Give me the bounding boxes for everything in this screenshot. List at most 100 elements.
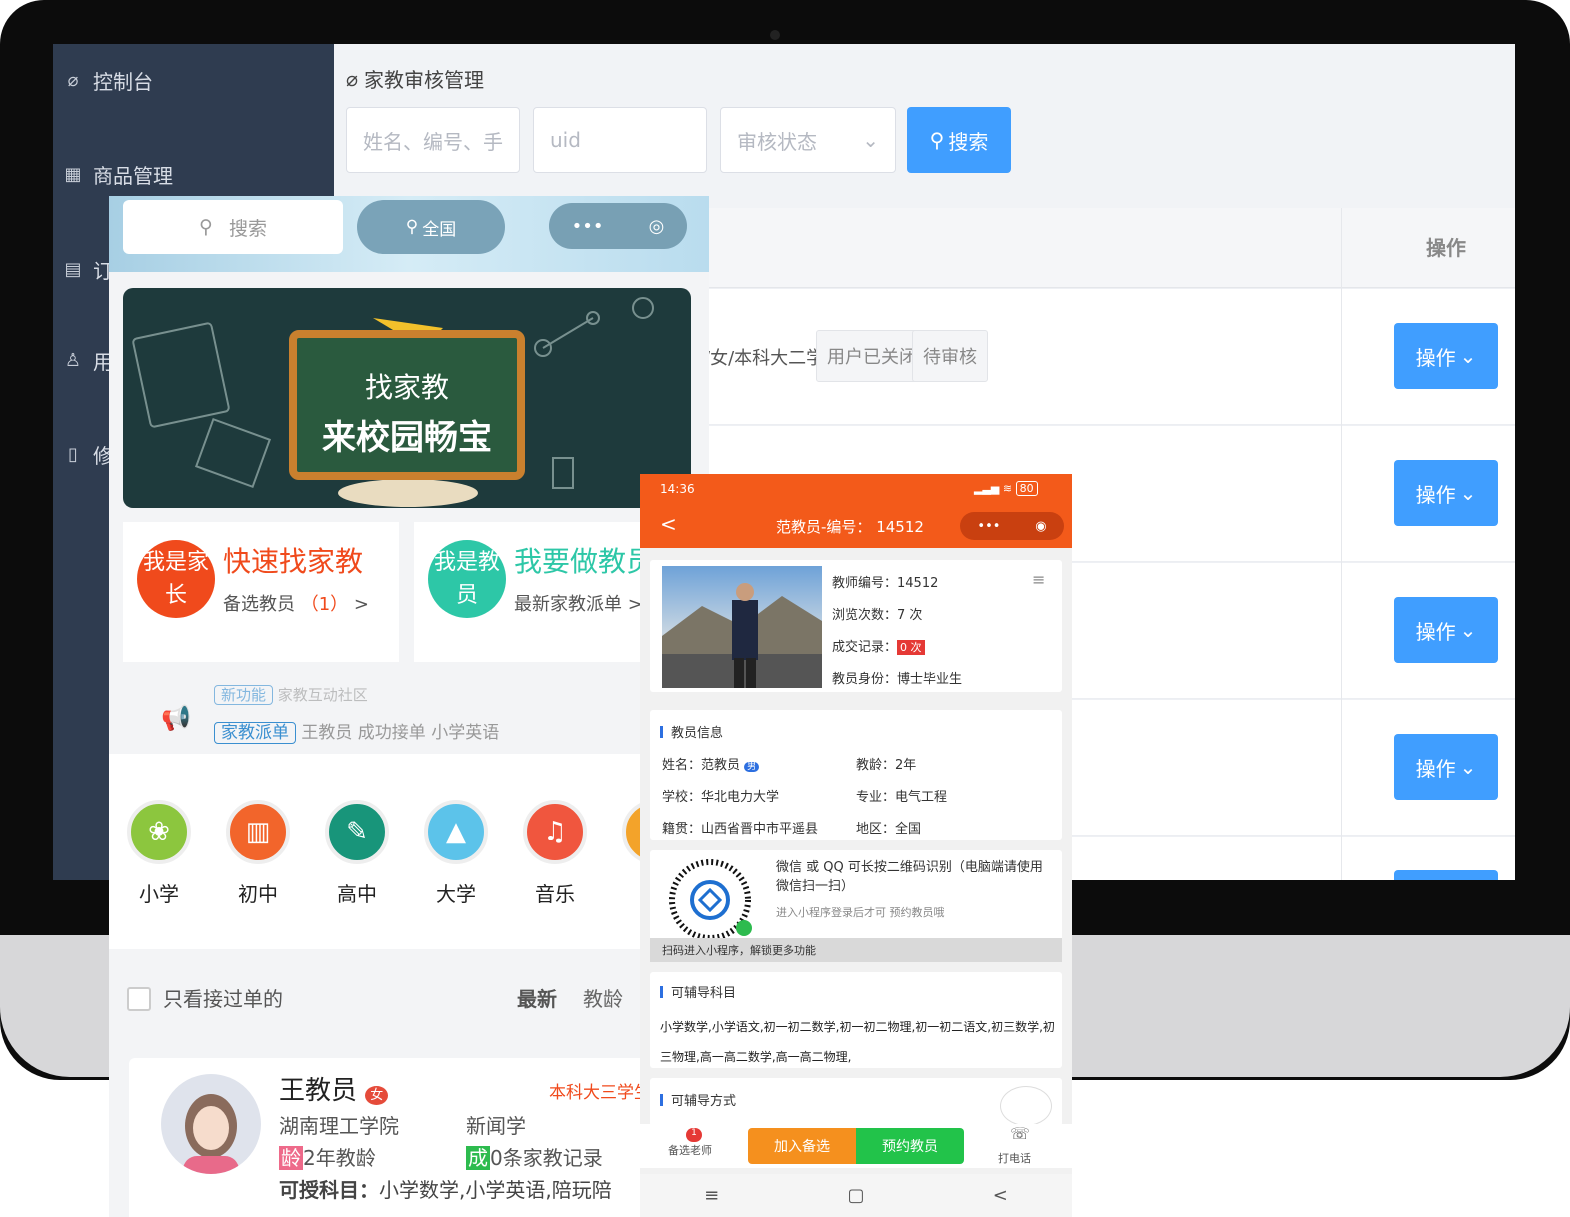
detail-title: 范教员-编号： 14512 [776, 518, 924, 536]
teacher-card[interactable]: 王教员 女 本科大三学生 湖南理工学院 新闻学 龄 2年教龄 成 0条家教记录 可授… [129, 1058, 709, 1217]
teacher-title: 我要做教员 [514, 545, 655, 578]
bulb-icon: ▯ [68, 443, 78, 465]
teacher-school: 湖南理工学院 [279, 1114, 399, 1138]
teacher-detail-screen: 14:36 ▂▃▅ ≋ 80 < 范教员-编号： 14512 ••• ◉ 教师编号… [640, 474, 1072, 1217]
info-teach-age: 教龄：2年 [856, 758, 917, 773]
female-avatar-icon [183, 1094, 239, 1174]
teacher-age: 龄 2年教龄 [279, 1146, 376, 1170]
goods-icon: ▦ [64, 163, 82, 185]
filter-checkbox[interactable] [127, 987, 151, 1011]
call-button[interactable]: 打电话 [998, 1150, 1031, 1166]
sidebar-item-dashboard[interactable]: ⌀ 控制台 [53, 60, 153, 100]
parent-subtitle: 备选教员 （1） > [223, 594, 370, 615]
status-tag: 待审核 [912, 330, 988, 382]
capsule-menu[interactable]: ••• ◉ [960, 512, 1064, 540]
operate-button[interactable]: 操作 ⌄ [1394, 323, 1498, 389]
notice-bar[interactable]: 📢 新功能 家教互动社区 家教派单 王教员 成功接单 小学英语 [109, 676, 709, 752]
bubble-shape [1000, 1086, 1052, 1126]
operate-button[interactable]: 操作 ⌄ [1394, 734, 1498, 800]
search-button[interactable]: ⚲ 搜索 [907, 107, 1011, 173]
keyword-input[interactable]: 姓名、编号、手机号 [346, 107, 520, 173]
paperclip-icon: ⌀ [346, 66, 359, 91]
category-primary[interactable]: ❀ 小学 [127, 800, 191, 907]
miniprogram-qr-code[interactable] [664, 858, 756, 942]
teacher-degree: 本科大三学生 [549, 1083, 651, 1103]
category-senior[interactable]: ✎ 高中 [325, 800, 389, 907]
graduation-cap-icon: ▲ [424, 800, 488, 864]
sidebar-item-edit[interactable]: ▯ 修 [53, 434, 113, 474]
add-favorite-button[interactable]: 加入备选 [748, 1128, 856, 1164]
chevron-right-icon: > [353, 594, 370, 615]
column-divider [1341, 208, 1342, 880]
info-major: 专业：电气工程 [856, 790, 948, 805]
sort-latest-tab[interactable]: 最新 [517, 983, 557, 1012]
section-title: 可辅导方式 [660, 1090, 736, 1109]
menu-nav-icon[interactable]: ≡ [704, 1185, 719, 1206]
category-music[interactable]: ♫ 音乐 [523, 800, 587, 907]
edit-icon: ✎ [325, 800, 389, 864]
view-count: 浏览次数：7 次 [832, 608, 923, 623]
banner-title: 找家教 [364, 371, 449, 404]
category-junior[interactable]: ▥ 初中 [226, 800, 290, 907]
phone-icon: ☏ [1010, 1124, 1031, 1143]
more-icon[interactable]: ••• [572, 216, 604, 237]
top-bar: ⚲ 搜索 ⚲ 全国 ••• ◎ [109, 196, 709, 272]
status-select[interactable]: 审核状态 ⌄ [720, 107, 896, 173]
mode-box: 可辅导方式 [650, 1078, 1062, 1126]
table-header [704, 208, 1515, 288]
chevron-down-icon: ⌄ [1459, 481, 1477, 505]
deal-record: 成交记录： 0 次 [832, 636, 925, 655]
section-title: 可辅导科目 [660, 982, 736, 1001]
sidebar-item-goods[interactable]: ▦ 商品管理 [53, 154, 173, 194]
admin-header: ⌀家教审核管理 姓名、编号、手机号 uid 审核状态⌄ ⚲搜索 [334, 44, 1515, 208]
bottom-action-bar: 备选老师 1 加入备选 预约教员 ☏ 打电话 [640, 1124, 1072, 1168]
chalkboard: 找家教 来校园畅宝 [289, 330, 525, 480]
teacher-identity: 教员身份：博士毕业生 [832, 672, 963, 687]
back-nav-icon[interactable]: < [993, 1185, 1008, 1206]
info-area: 地区：全国 [856, 822, 922, 837]
chevron-down-icon: ⌄ [1459, 755, 1477, 779]
android-nav-bar: ≡ ▢ < [640, 1174, 1072, 1217]
parent-entry-card[interactable]: 我是家长 快速找家教 备选教员 （1） > [123, 522, 399, 662]
menu-icon[interactable]: ≡ [1032, 570, 1045, 589]
person-photo [662, 583, 822, 688]
section-title: 教员信息 [660, 722, 723, 741]
sort-age-tab[interactable]: 教龄 [583, 983, 623, 1012]
filter-label: 只看接过单的 [163, 987, 283, 1011]
status-icons: ▂▃▅ ≋ 80 [974, 481, 1038, 496]
category-university[interactable]: ▲ 大学 [424, 800, 488, 907]
info-origin: 籍贯：山西省晋中市平遥县 [662, 822, 819, 837]
sidebar-item-orders[interactable]: ▤ 订 [53, 249, 113, 289]
gender-badge: 女 [365, 1086, 389, 1105]
favorite-teachers-button[interactable]: 备选老师 [668, 1142, 712, 1158]
search-input[interactable]: ⚲ 搜索 [123, 200, 343, 254]
close-target-icon[interactable]: ◉ [1035, 519, 1046, 534]
qr-banner: 扫码进入小程序，解锁更多功能 [650, 938, 1062, 962]
subjects-box: 可辅导科目 小学数学,小学语文,初一初二数学,初一初二物理,初一初二语文,初三数… [650, 972, 1062, 1068]
operate-button[interactable]: 操作 ⌄ [1394, 597, 1498, 663]
page-title: ⌀ 家教审核管理 [346, 66, 485, 93]
capsule-menu[interactable]: ••• ◎ [549, 203, 687, 249]
more-icon[interactable]: ••• [977, 519, 1000, 534]
clipboard-icon: ▤ [64, 258, 82, 280]
operate-button[interactable] [1394, 870, 1498, 880]
status-time: 14:36 [660, 482, 695, 496]
qr-box: 微信 或 QQ 可长按二维码识别（电脑端请使用微信扫一扫） 进入小程序登录后才可… [650, 850, 1062, 962]
close-target-icon[interactable]: ◎ [649, 216, 665, 237]
uid-input[interactable]: uid [533, 107, 707, 173]
info-school: 学校：华北电力大学 [662, 790, 780, 805]
region-selector[interactable]: ⚲ 全国 [357, 200, 505, 254]
chevron-down-icon: ⌄ [1459, 344, 1477, 368]
parent-badge: 我是家长 [137, 540, 215, 618]
sidebar-item-users[interactable]: ♙ 用 [53, 340, 113, 380]
home-nav-icon[interactable]: ▢ [847, 1185, 864, 1206]
composite-mockup: ⌀控制台 ▦商品管理 ▤订 ♙用 ▯修 ⌀家教审核管理 姓名、编号、手机号 ui… [0, 0, 1570, 1217]
back-icon[interactable]: < [660, 512, 677, 536]
operate-button[interactable]: 操作 ⌄ [1394, 460, 1498, 526]
notice-line: 家教派单 王教员 成功接单 小学英语 [214, 718, 499, 744]
miniapp-home-screen: ⚲ 搜索 ⚲ 全国 ••• ◎ 找家教 来校园畅宝 我是家长 快速找家教 备选教员 （… [109, 196, 709, 1217]
banner-image[interactable]: 找家教 来校园畅宝 [123, 288, 691, 508]
paperclip-icon: ⌀ [67, 69, 79, 91]
book-teacher-button[interactable]: 预约教员 [856, 1128, 964, 1164]
qr-subtext: 进入小程序登录后才可 预约教员哦 [776, 906, 945, 919]
